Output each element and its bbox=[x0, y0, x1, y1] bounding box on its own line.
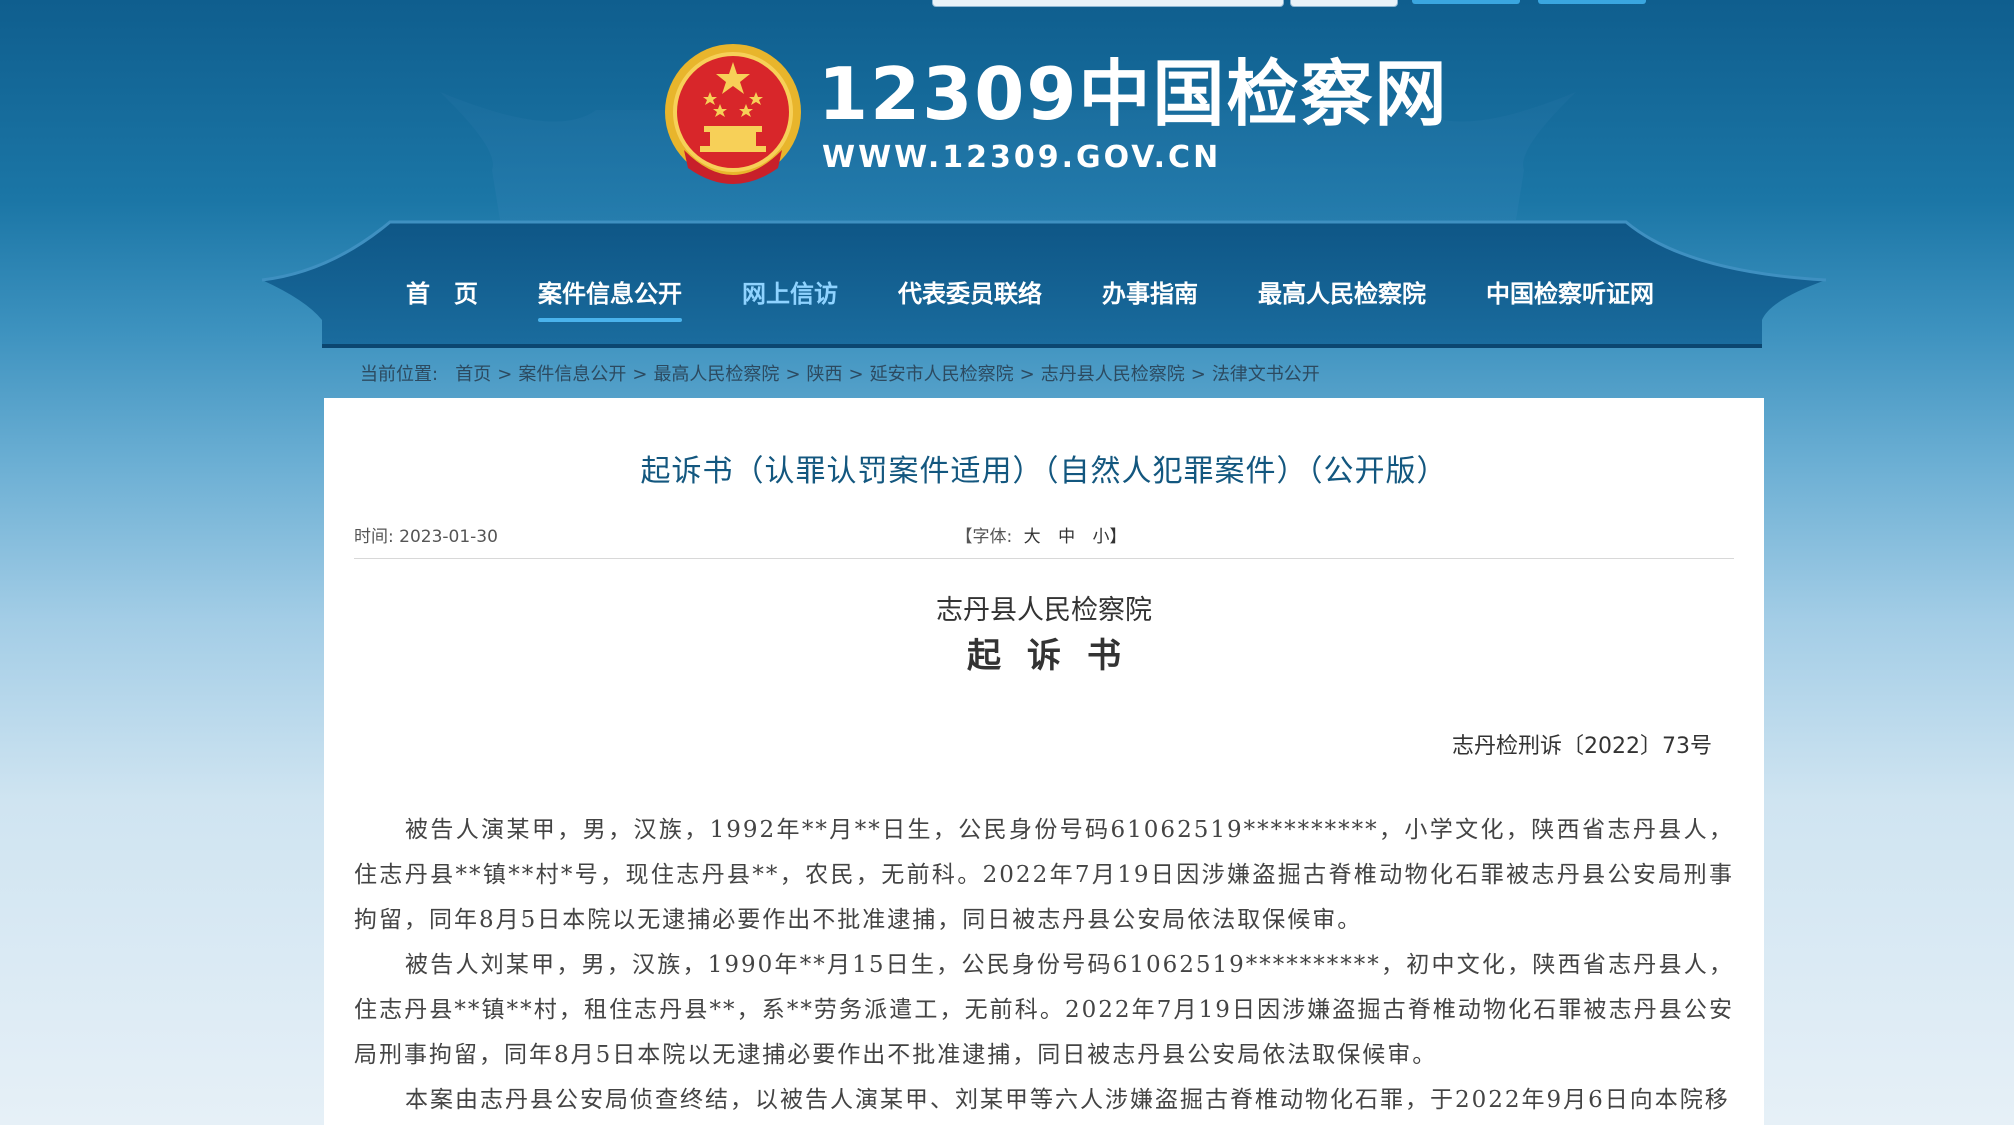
nav-case-info[interactable]: 案件信息公开 bbox=[508, 266, 712, 322]
breadcrumb-shaanxi[interactable]: 陕西 bbox=[807, 364, 843, 385]
breadcrumb-zhidan[interactable]: 志丹县人民检察院 bbox=[1041, 364, 1185, 385]
article-meta: 时间: 2023-01-30 【字体: 大 中 小】 bbox=[354, 518, 1734, 559]
document-body: 被告人演某甲，男，汉族，1992年**月**日生，公民身份号码61062519*… bbox=[354, 808, 1734, 1123]
font-size-medium[interactable]: 中 bbox=[1058, 527, 1075, 547]
nav-service-guide[interactable]: 办事指南 bbox=[1072, 266, 1228, 322]
nav-deputy-liaison[interactable]: 代表委员联络 bbox=[868, 266, 1072, 322]
breadcrumb-separator: > bbox=[1190, 364, 1206, 385]
breadcrumb-home[interactable]: 首页 bbox=[455, 364, 491, 385]
breadcrumb-case-info[interactable]: 案件信息公开 bbox=[518, 364, 626, 385]
breadcrumb-legal-docs[interactable]: 法律文书公开 bbox=[1212, 364, 1320, 385]
breadcrumb-prefix: 当前位置: bbox=[360, 364, 439, 385]
breadcrumb-separator: > bbox=[497, 364, 513, 385]
article-title: 起诉书（认罪认罚案件适用）（自然人犯罪案件）（公开版） bbox=[640, 454, 1448, 489]
article-panel: 起诉书（认罪认罚案件适用）（自然人犯罪案件）（公开版） 时间: 2023-01-… bbox=[324, 398, 1764, 1125]
font-size-large[interactable]: 大 bbox=[1024, 527, 1041, 547]
document-title: 起诉书 bbox=[967, 636, 1147, 676]
font-size-label: 【字体: bbox=[955, 527, 1013, 547]
nav-supreme-procuratorate[interactable]: 最高人民检察院 bbox=[1228, 266, 1456, 322]
body-paragraph: 被告人刘某甲，男，汉族，1990年**月15日生，公民身份号码61062519*… bbox=[354, 952, 1734, 1068]
breadcrumb-separator: > bbox=[632, 364, 648, 385]
font-size-switch: 【字体: 大 中 小】 bbox=[354, 522, 1734, 547]
breadcrumb-separator: > bbox=[785, 364, 801, 385]
nav-home[interactable]: 首 页 bbox=[376, 266, 508, 322]
breadcrumb-yanan[interactable]: 延安市人民检察院 bbox=[870, 364, 1014, 385]
national-emblem-icon bbox=[665, 44, 801, 184]
breadcrumb: 当前位置: 首页 > 案件信息公开 > 最高人民检察院 > 陕西 > 延安市人民检察院 > 志丹县人… bbox=[360, 360, 1320, 390]
breadcrumb-supreme[interactable]: 最高人民检察院 bbox=[653, 364, 779, 385]
top-advanced-button[interactable] bbox=[1538, 0, 1646, 4]
site-title: 12309中国检察网 bbox=[818, 52, 1449, 136]
main-nav: 首 页 案件信息公开 网上信访 代表委员联络 办事指南 最高人民检察院 中国检察… bbox=[380, 266, 1680, 322]
breadcrumb-separator: > bbox=[1019, 364, 1035, 385]
court-name: 志丹县人民检察院 bbox=[936, 595, 1152, 626]
top-search-select[interactable] bbox=[1290, 0, 1398, 7]
top-search-input[interactable] bbox=[932, 0, 1284, 7]
body-paragraph: 被告人演某甲，男，汉族，1992年**月**日生，公民身份号码61062519*… bbox=[354, 817, 1734, 933]
body-paragraph: 本案由志丹县公安局侦查终结，以被告人演某甲、刘某甲等六人涉嫌盗掘古脊椎动物化石罪… bbox=[405, 1087, 1730, 1113]
site-url: WWW.12309.GOV.CN bbox=[822, 140, 1222, 175]
nav-hearing-net[interactable]: 中国检察听证网 bbox=[1456, 266, 1684, 322]
top-search-button[interactable] bbox=[1412, 0, 1520, 4]
font-size-small[interactable]: 小】 bbox=[1092, 527, 1126, 547]
breadcrumb-separator: > bbox=[848, 364, 864, 385]
document-number: 志丹检刑诉〔2022〕73号 bbox=[1452, 734, 1712, 759]
nav-online-petition[interactable]: 网上信访 bbox=[712, 266, 868, 322]
